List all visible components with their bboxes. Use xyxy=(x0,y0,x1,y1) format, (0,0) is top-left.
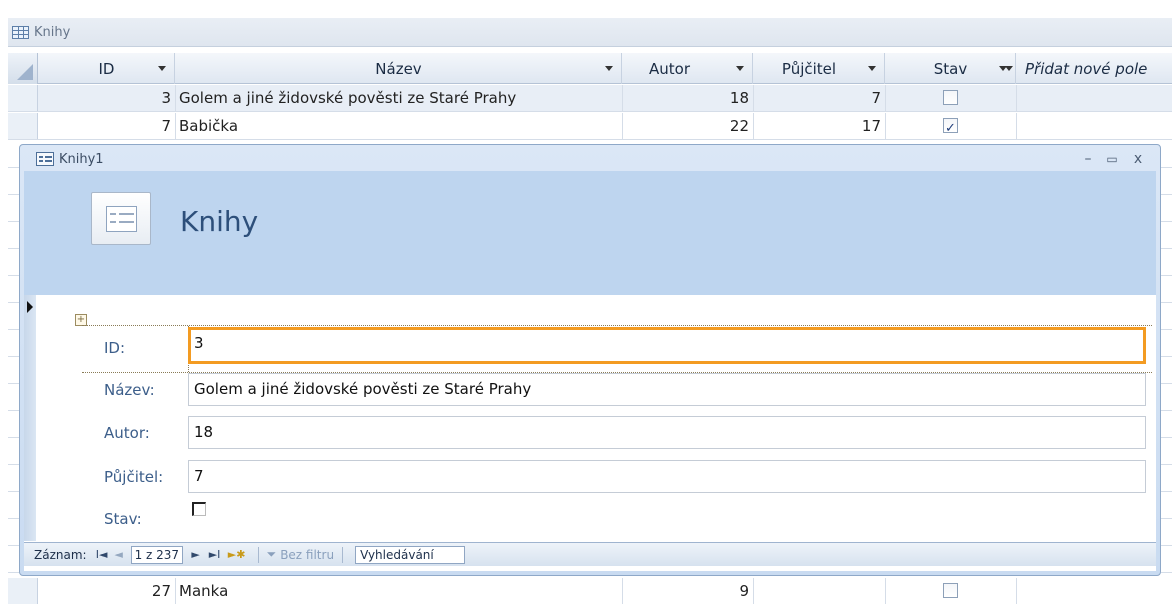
form-body: Knihy + ID: 3 Název: Golem a jiné židovs… xyxy=(24,171,1156,571)
table-row[interactable]: 3 Golem a jiné židovské pověsti ze Staré… xyxy=(8,85,1172,112)
maximize-button[interactable]: ▭ xyxy=(1100,150,1124,168)
cell-id[interactable]: 3 xyxy=(39,85,176,111)
search-input[interactable]: Vyhledávání xyxy=(355,545,466,564)
new-record-button[interactable]: ►✱ xyxy=(227,548,247,561)
dropdown-arrow-icon[interactable] xyxy=(605,66,613,71)
stav-checkbox[interactable] xyxy=(943,90,958,105)
dropdown-arrow-icon[interactable] xyxy=(1005,66,1013,71)
table-icon xyxy=(12,25,29,39)
add-new-field-header[interactable]: Přidat nové pole xyxy=(1005,53,1172,84)
row-selector[interactable] xyxy=(8,85,38,111)
previous-record-button[interactable]: ◄ xyxy=(112,548,126,561)
cell-stav[interactable] xyxy=(886,85,1017,111)
separator xyxy=(342,546,344,563)
cell-pujcitel[interactable] xyxy=(754,578,886,604)
column-label: Stav xyxy=(933,59,968,78)
cell-autor[interactable]: 22 xyxy=(623,113,754,139)
stav-checkbox[interactable] xyxy=(943,116,958,142)
cell-id[interactable]: 7 xyxy=(39,113,176,139)
id-field[interactable]: 3 xyxy=(188,327,1146,364)
table-row[interactable]: 7 Babička 22 17 xyxy=(8,113,1172,142)
cell-nazev[interactable]: Manka xyxy=(176,578,623,604)
form-window-title: Knihy1 xyxy=(59,151,104,167)
stav-checkbox[interactable] xyxy=(192,502,206,516)
pujcitel-label: Půjčitel: xyxy=(104,468,164,486)
form-header: Knihy xyxy=(24,171,1156,295)
column-label: Název xyxy=(375,59,422,78)
column-header-pujcitel[interactable]: Půjčitel xyxy=(754,53,885,84)
id-label: ID: xyxy=(104,339,126,357)
next-record-button[interactable]: ► xyxy=(189,548,203,561)
table-tab[interactable]: Knihy xyxy=(8,18,1172,47)
column-header-autor[interactable]: Autor xyxy=(623,53,753,84)
select-all-button[interactable] xyxy=(8,53,38,84)
stav-checkbox[interactable] xyxy=(943,583,958,598)
cell-nazev[interactable]: Golem a jiné židovské pověsti ze Staré P… xyxy=(176,85,623,111)
form-heading: Knihy xyxy=(180,205,259,238)
row-selector[interactable] xyxy=(8,113,38,139)
cell-pujcitel[interactable]: 17 xyxy=(754,113,886,139)
dropdown-arrow-icon[interactable] xyxy=(158,66,166,71)
pujcitel-field[interactable]: 7 xyxy=(188,460,1146,493)
stav-label: Stav: xyxy=(104,510,142,528)
dropdown-arrow-icon[interactable] xyxy=(736,66,744,71)
form-window: Knihy1 – ▭ x Knihy + ID: 3 Název: Golem … xyxy=(19,144,1161,576)
record-label: Záznam: xyxy=(34,547,87,562)
column-label: Autor xyxy=(649,59,690,78)
close-button[interactable]: x xyxy=(1126,150,1150,168)
row-selector[interactable] xyxy=(8,578,38,604)
form-logo-icon xyxy=(91,192,151,245)
minimize-button[interactable]: – xyxy=(1076,150,1100,168)
cell-pujcitel[interactable]: 7 xyxy=(754,85,886,111)
cell-autor[interactable]: 18 xyxy=(623,85,754,111)
column-label: Přidat nové pole xyxy=(1025,59,1148,78)
autor-field[interactable]: 18 xyxy=(188,416,1146,449)
record-selector[interactable] xyxy=(24,295,36,541)
nazev-label: Název: xyxy=(104,381,155,399)
cell-stav[interactable] xyxy=(886,578,1017,604)
column-label: ID xyxy=(98,59,115,78)
autor-label: Autor: xyxy=(104,424,150,442)
filter-status-button[interactable]: Bez filtru xyxy=(280,548,334,562)
form-titlebar[interactable]: Knihy1 – ▭ x xyxy=(20,145,1160,173)
current-record-arrow-icon xyxy=(27,301,33,313)
cell-stav[interactable] xyxy=(886,113,1017,142)
last-record-button[interactable]: ►I xyxy=(206,548,224,561)
first-record-button[interactable]: I◄ xyxy=(95,548,109,561)
cell-autor[interactable]: 9 xyxy=(623,578,754,604)
record-navigation-bar: Záznam: I◄ ◄ 1 z 237 ► ►I ►✱ ⏷ Bez filtr… xyxy=(24,542,1156,566)
background-row-lines-right xyxy=(1161,141,1172,577)
column-header-nazev[interactable]: Název xyxy=(176,53,622,84)
cell-id[interactable]: 27 xyxy=(39,578,176,604)
form-icon xyxy=(36,152,54,166)
table-row[interactable]: 27 Manka 9 xyxy=(8,578,1172,604)
separator xyxy=(257,546,259,563)
nazev-field[interactable]: Golem a jiné židovské pověsti ze Staré P… xyxy=(188,373,1146,406)
dropdown-arrow-icon[interactable] xyxy=(868,66,876,71)
current-record-input[interactable]: 1 z 237 xyxy=(130,545,183,564)
datasheet-header: ID Název Autor Půjčitel Stav Přidat nové… xyxy=(8,53,1172,84)
filter-icon: ⏷ xyxy=(266,547,277,561)
column-label: Půjčitel xyxy=(781,59,837,78)
cell-nazev[interactable]: Babička xyxy=(176,113,623,139)
column-header-stav[interactable]: Stav xyxy=(886,53,1016,84)
table-tab-title: Knihy xyxy=(34,24,71,40)
column-header-id[interactable]: ID xyxy=(39,53,175,84)
